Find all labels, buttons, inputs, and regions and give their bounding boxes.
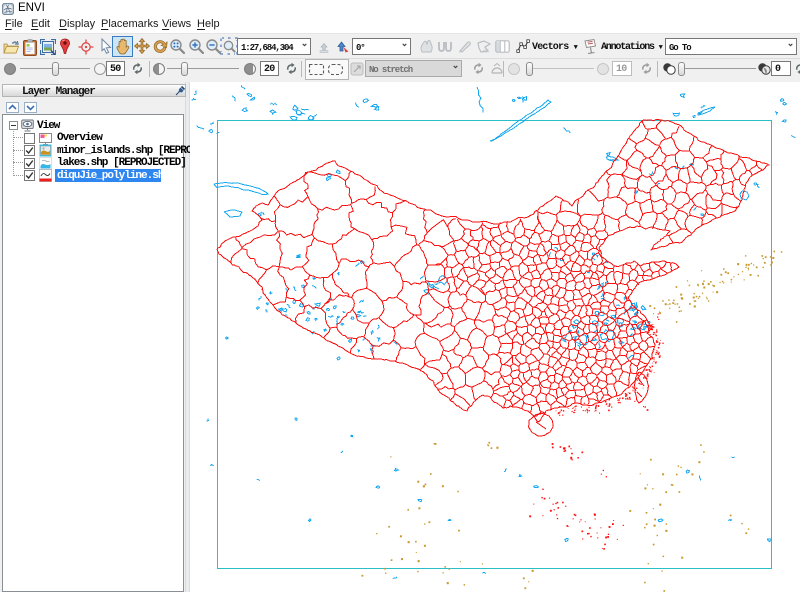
svg-text:roi: roi bbox=[483, 49, 489, 55]
